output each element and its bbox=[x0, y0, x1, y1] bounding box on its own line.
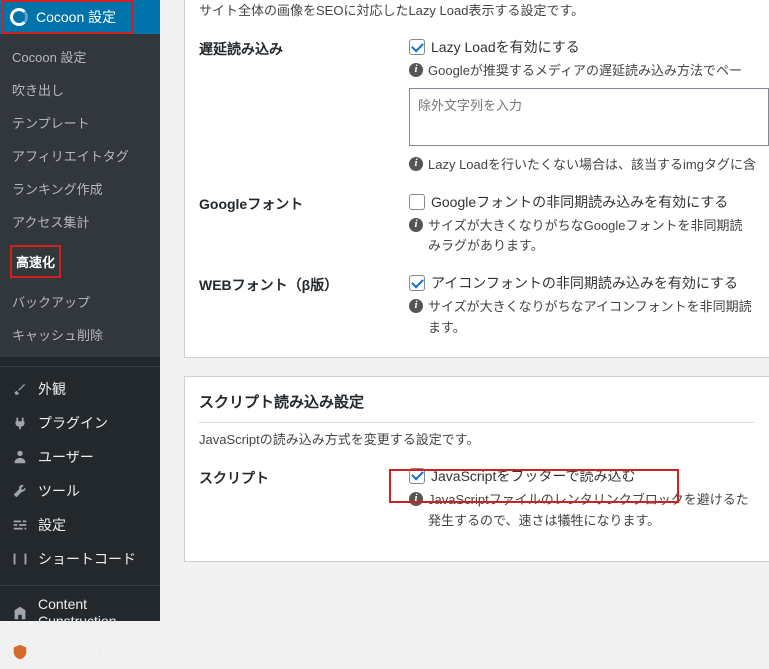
submenu-item-active[interactable]: 高速化 bbox=[0, 238, 160, 285]
brackets-icon bbox=[10, 549, 30, 569]
row-label: WEBフォント（β版） bbox=[199, 273, 409, 295]
checkbox-icon[interactable] bbox=[409, 275, 425, 291]
submenu-item[interactable]: Cocoon 設定 bbox=[0, 40, 160, 73]
help-text: iLazy Loadを行いたくない場合は、該当するimgタグに含 bbox=[409, 155, 769, 176]
info-icon: i bbox=[409, 492, 423, 506]
brush-icon bbox=[10, 379, 30, 399]
panel-lazyload: サイト全体の画像をSEOに対応したLazy Load表示する設定です。 遅延読み… bbox=[184, 0, 769, 358]
admin-sidebar: Cocoon 設定 Cocoon 設定 吹き出し テンプレート アフィリエイトタ… bbox=[0, 0, 160, 621]
checkbox-icon[interactable] bbox=[409, 194, 425, 210]
submenu-item[interactable]: ランキング作成 bbox=[0, 172, 160, 205]
row-label: 遅延読み込み bbox=[199, 37, 409, 59]
help-text: iGoogleが推奨するメディアの遅延読み込み方法でペー bbox=[409, 61, 769, 82]
sidebar-submenu: Cocoon 設定 吹き出し テンプレート アフィリエイトタグ ランキング作成 … bbox=[0, 34, 160, 357]
plug-icon bbox=[10, 413, 30, 433]
row-label: Googleフォント bbox=[199, 192, 409, 214]
sidebar-current-section[interactable]: Cocoon 設定 bbox=[0, 0, 160, 34]
row-script: スクリプト JavaScriptをフッターで読み込む iJavaScriptファ… bbox=[199, 466, 754, 532]
cocoon-icon bbox=[10, 8, 28, 26]
menu-siteguard[interactable]: SiteGuard bbox=[0, 635, 160, 669]
menu-settings[interactable]: 設定 bbox=[0, 508, 160, 542]
sidebar-top-label: Cocoon 設定 bbox=[36, 7, 116, 27]
checkbox-js-footer[interactable]: JavaScriptをフッターで読み込む bbox=[409, 466, 754, 486]
exclude-textarea[interactable] bbox=[409, 88, 769, 146]
menu-appearance[interactable]: 外観 bbox=[0, 372, 160, 406]
help-text: iJavaScriptファイルのレンタリンクブロックを避けるた発生するので、速さ… bbox=[409, 490, 754, 532]
submenu-item[interactable]: 吹き出し bbox=[0, 73, 160, 106]
settings-content: サイト全体の画像をSEOに対応したLazy Load表示する設定です。 遅延読み… bbox=[160, 0, 769, 621]
checkbox-lazy-load[interactable]: Lazy Loadを有効にする bbox=[409, 37, 769, 57]
panel-intro: サイト全体の画像をSEOに対応したLazy Load表示する設定です。 bbox=[199, 0, 754, 19]
help-text: iサイズが大きくなりがちなアイコンフォントを非同期読ます。 bbox=[409, 297, 754, 339]
menu-shortcode[interactable]: ショートコード bbox=[0, 542, 160, 576]
submenu-item[interactable]: バックアップ bbox=[0, 285, 160, 318]
info-icon: i bbox=[409, 299, 423, 313]
info-icon: i bbox=[409, 157, 423, 171]
help-text: iサイズが大きくなりがちなGoogleフォントを非同期読みラグがあります。 bbox=[409, 216, 754, 258]
submenu-item[interactable]: アクセス集計 bbox=[0, 205, 160, 238]
panel-script: スクリプト読み込み設定 JavaScriptの読み込み方式を変更する設定です。 … bbox=[184, 376, 769, 563]
user-icon bbox=[10, 447, 30, 467]
info-icon: i bbox=[409, 63, 423, 77]
section-header: スクリプト読み込み設定 bbox=[199, 391, 754, 423]
submenu-item[interactable]: アフィリエイトタグ bbox=[0, 139, 160, 172]
panel-intro: JavaScriptの読み込み方式を変更する設定です。 bbox=[199, 429, 754, 448]
checkbox-google-font[interactable]: Googleフォントの非同期読み込みを有効にする bbox=[409, 192, 754, 212]
row-web-font: WEBフォント（β版） アイコンフォントの非同期読み込みを有効にする iサイズが… bbox=[199, 273, 754, 339]
info-icon: i bbox=[409, 218, 423, 232]
checkbox-web-font[interactable]: アイコンフォントの非同期読み込みを有効にする bbox=[409, 273, 754, 293]
menu-separator bbox=[0, 581, 160, 586]
menu-separator bbox=[0, 362, 160, 367]
row-label: スクリプト bbox=[199, 466, 409, 488]
building-icon bbox=[10, 603, 30, 623]
checkbox-icon[interactable] bbox=[409, 468, 425, 484]
menu-tools[interactable]: ツール bbox=[0, 474, 160, 508]
row-google-font: Googleフォント Googleフォントの非同期読み込みを有効にする iサイズ… bbox=[199, 192, 754, 258]
sliders-icon bbox=[10, 515, 30, 535]
submenu-item[interactable]: テンプレート bbox=[0, 106, 160, 139]
main-menu: 外観 プラグイン ユーザー ツール 設定 ショートコード Content Cun… bbox=[0, 372, 160, 669]
menu-users[interactable]: ユーザー bbox=[0, 440, 160, 474]
wrench-icon bbox=[10, 481, 30, 501]
checkbox-icon[interactable] bbox=[409, 39, 425, 55]
row-lazy-load: 遅延読み込み Lazy Loadを有効にする iGoogleが推奨するメディアの… bbox=[199, 37, 754, 176]
menu-content-construction[interactable]: Content Cunstruction bbox=[0, 591, 160, 635]
shield-icon bbox=[10, 642, 30, 662]
submenu-item[interactable]: キャッシュ削除 bbox=[0, 318, 160, 351]
menu-plugins[interactable]: プラグイン bbox=[0, 406, 160, 440]
